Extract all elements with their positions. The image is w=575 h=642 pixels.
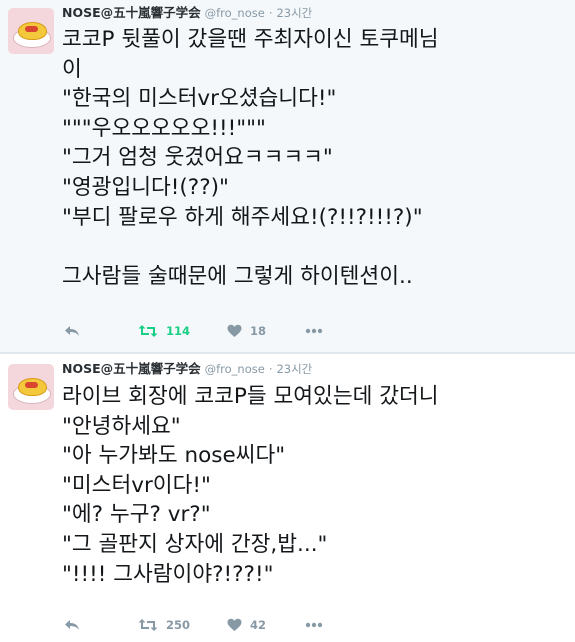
tweet-header: NOSE@五十嵐響子学会 @fro_nose · 23시간 [62,360,312,378]
tweet-text-line: "안녕하세요" [62,413,181,439]
more-button[interactable] [305,320,323,342]
like-button[interactable]: 42 [227,614,266,636]
tweet[interactable]: NOSE@五十嵐響子学会 @fro_nose · 23시간 코코P 뒷풀이 갔을… [0,0,575,352]
reply-icon [65,326,79,336]
tweet-text-line: "한국의 미스터vr오셨습니다!" [62,86,337,112]
user-handle[interactable]: @fro_nose [205,362,265,376]
avatar-ketchup [25,26,38,32]
like-count: 42 [250,618,267,632]
separator-dot: · [268,362,273,376]
user-handle[interactable]: @fro_nose [205,6,265,20]
tweet-text-line: """우오오오오오!!!""" [62,115,266,141]
tweet-header: NOSE@五十嵐響子学会 @fro_nose · 23시간 [62,4,312,22]
tweet-text-line: 코코P 뒷풀이 갔을땐 주최자이신 토쿠메님 [62,27,439,52]
tweet-time[interactable]: 23시간 [276,6,312,20]
tweet-text-line: "부디 팔로우 하게 해주세요!(?!!?!!!?)" [62,204,423,230]
tweet-text-line: 그사람들 술때문에 그렇게 하이텐션이.. [62,263,413,289]
retweet-count: 250 [166,618,191,632]
tweet-text-line: "그거 엄청 웃겼어요ㅋㅋㅋㅋ" [62,145,333,171]
avatar-ketchup [25,382,38,388]
tweet-text-line: "아 누가봐도 nose씨다" [62,443,286,469]
reply-button[interactable] [64,320,80,342]
avatar[interactable] [8,364,54,410]
tweet[interactable]: NOSE@五十嵐響子学会 @fro_nose · 23시간 라이브 회장에 코코… [0,354,575,642]
tweet-actions: 114 18 [62,320,422,342]
tweet-text-line: "미스터vr이다!" [62,472,211,498]
reply-icon [65,620,79,630]
user-name[interactable]: NOSE@五十嵐響子学会 [62,361,201,376]
heart-icon [227,618,242,631]
tweet-text-line: "!!!! 그사람이야?!??!" [62,561,274,587]
retweet-button[interactable]: 114 [138,320,190,342]
tweet-text: 라이브 회장에 코코P들 모여있는데 갔더니 "안녕하세요" "아 누가봐도 n… [62,382,570,589]
retweet-count: 114 [166,324,191,338]
tweet-time[interactable]: 23시간 [276,362,312,376]
retweet-button[interactable]: 250 [138,614,190,636]
tweet-text-line: "에? 누구? vr?" [62,502,211,528]
more-button[interactable] [305,614,323,636]
tweet-text-line: 라이브 회장에 코코P들 모여있는데 갔더니 [62,384,439,409]
tweet-text-line [62,232,570,262]
like-count: 18 [250,324,267,338]
tweet-text: 코코P 뒷풀이 갔을땐 주최자이신 토쿠메님 이 "한국의 미스터vr오셨습니다… [62,25,570,291]
tweet-text-line: "영광입니다!(??)" [62,174,229,200]
separator-dot: · [268,6,273,20]
more-icon [305,622,323,628]
retweet-icon [138,325,158,337]
like-button[interactable]: 18 [227,320,266,342]
reply-button[interactable] [64,614,80,636]
avatar[interactable] [8,8,54,54]
more-icon [305,328,323,334]
tweet-text-line: "그 골판지 상자에 간장,밥..." [62,531,328,557]
user-name[interactable]: NOSE@五十嵐響子学会 [62,5,201,20]
tweet-text-line: 이 [62,56,82,82]
heart-icon [227,324,242,337]
tweet-actions: 250 42 [62,614,422,636]
retweet-icon [138,619,158,631]
